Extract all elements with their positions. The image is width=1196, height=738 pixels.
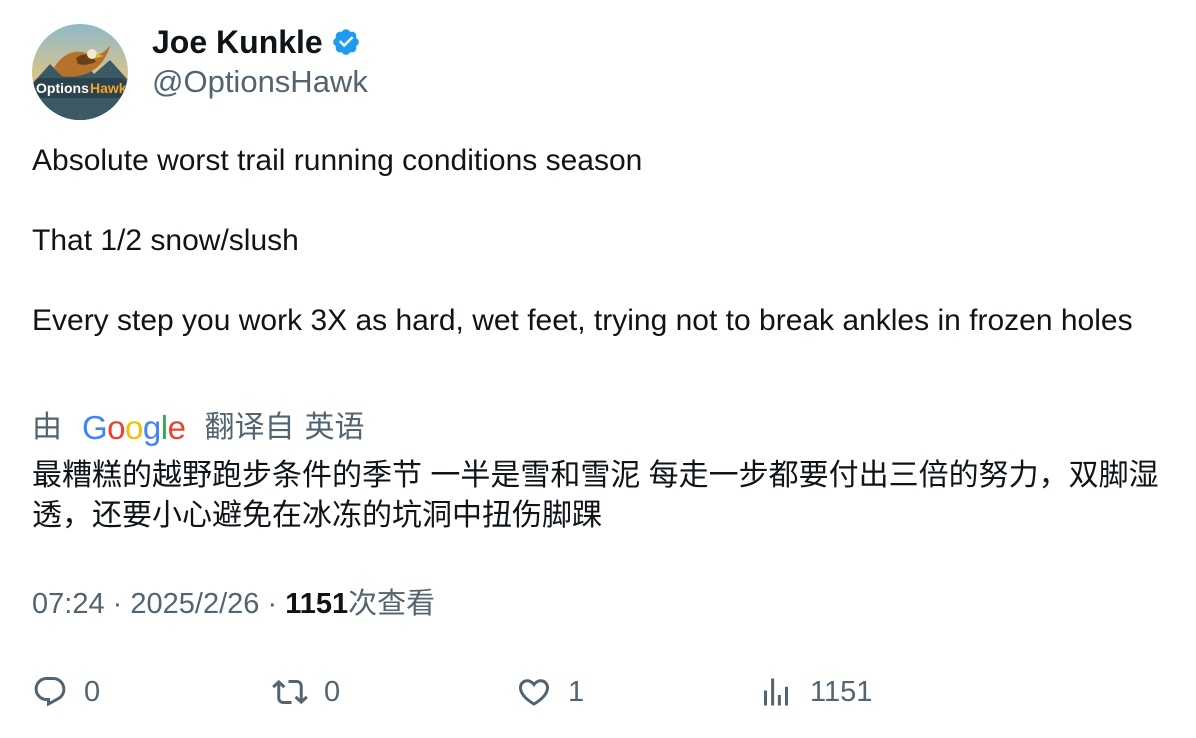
action-bar: 0 0 1 1151 — [32, 670, 1162, 714]
author-name[interactable]: Joe Kunkle — [152, 22, 323, 62]
like-button[interactable]: 1 — [516, 670, 584, 714]
like-count: 1 — [568, 676, 585, 708]
heart-icon — [518, 679, 550, 706]
tweet-meta: 07:24 · 2025/2/26 · 1151次查看 — [32, 584, 435, 624]
view-count: 1151 — [285, 588, 349, 620]
translated-text: 最糟糕的越野跑步条件的季节 一半是雪和雪泥 每走一步都要付出三倍的努力，双脚湿透… — [32, 459, 1159, 532]
reply-button[interactable]: 0 — [32, 670, 100, 714]
tweet-date[interactable]: 2025/2/26 — [130, 588, 259, 620]
svg-text:Hawk: Hawk — [90, 80, 127, 96]
meta-separator: · — [267, 588, 278, 620]
reply-icon — [34, 677, 66, 707]
tweet-text: Absolute worst trail running conditions … — [32, 141, 1162, 341]
translated-from-label[interactable]: 翻译自 — [204, 408, 294, 448]
tweet-line-1: Absolute worst trail running conditions … — [32, 144, 643, 177]
author-handle[interactable]: @OptionsHawk — [152, 62, 368, 102]
repost-button[interactable]: 0 — [272, 670, 340, 714]
translation-attribution: 由 Google 翻译自 英语 — [32, 408, 364, 448]
repost-icon — [272, 679, 308, 705]
meta-separator: · — [112, 588, 123, 620]
avatar-logo-text: Options — [36, 80, 89, 96]
avatar[interactable]: Options Hawk — [32, 24, 128, 120]
tweet-line-2: That 1/2 snow/slush — [32, 224, 299, 257]
tweet-line-3: Every step you work 3X as hard, wet feet… — [32, 304, 1133, 337]
views-count: 1151 — [810, 676, 873, 708]
reply-count: 0 — [84, 676, 101, 708]
views-label: 次查看 — [348, 588, 436, 620]
views-button[interactable]: 1151 — [758, 670, 872, 714]
repost-count: 0 — [324, 676, 341, 708]
source-language[interactable]: 英语 — [304, 408, 364, 448]
translated-by-label: 由 — [32, 411, 62, 444]
analytics-icon — [764, 678, 788, 706]
verified-badge-icon — [332, 29, 359, 55]
google-logo: Google — [82, 409, 186, 446]
tweet-time[interactable]: 07:24 — [32, 588, 105, 620]
